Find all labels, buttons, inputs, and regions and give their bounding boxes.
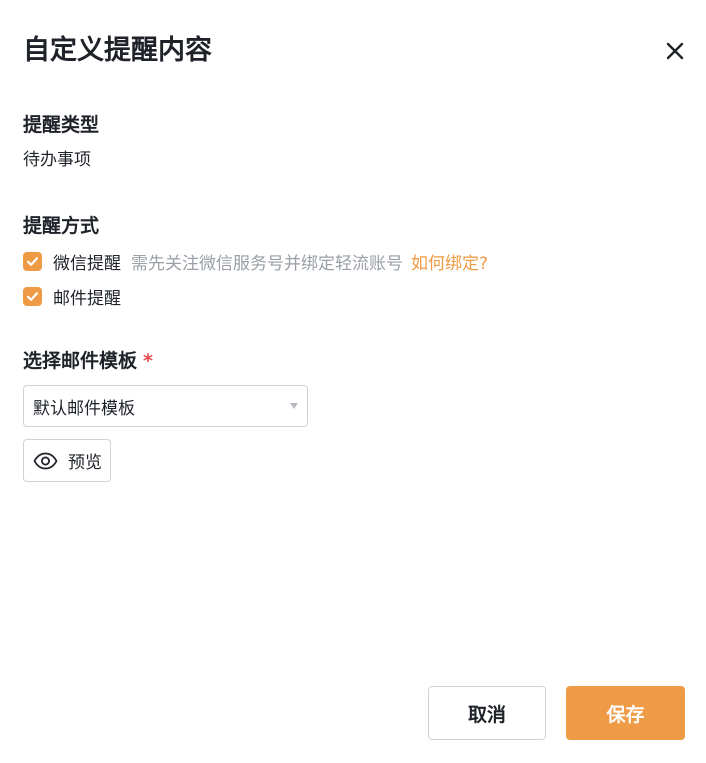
wechat-binding-hint: 需先关注微信服务号并绑定轻流账号 [131, 253, 403, 274]
eye-icon [33, 452, 58, 469]
checkmark-icon [26, 256, 39, 266]
wechat-reminder-label[interactable]: 微信提醒 [53, 249, 121, 274]
email-template-select[interactable]: 默认邮件模板 [23, 385, 308, 427]
reminder-method-label: 提醒方式 [23, 215, 100, 237]
email-template-label: 选择邮件模板 * [23, 348, 153, 374]
how-to-bind-link[interactable]: 如何绑定? [411, 249, 488, 274]
reminder-dialog: 自定义提醒内容 提醒类型 待办事项 提醒方式 微信提醒 需先关注微信服务号并绑定… [0, 0, 706, 763]
wechat-reminder-option: 微信提醒 需先关注微信服务号并绑定轻流账号 如何绑定? [23, 249, 488, 274]
preview-button[interactable]: 预览 [23, 439, 111, 482]
cancel-button[interactable]: 取消 [428, 686, 546, 740]
required-mark: * [143, 350, 153, 372]
email-reminder-option: 邮件提醒 [23, 284, 121, 309]
wechat-reminder-checkbox[interactable] [23, 251, 42, 271]
reminder-type-label: 提醒类型 [23, 114, 100, 136]
preview-label: 预览 [68, 453, 102, 473]
caret-down-icon [290, 403, 298, 409]
dialog-title: 自定义提醒内容 [23, 35, 212, 66]
close-icon [666, 42, 684, 60]
save-button[interactable]: 保存 [566, 686, 685, 740]
checkmark-icon [26, 291, 39, 301]
close-button[interactable] [662, 38, 688, 64]
email-reminder-checkbox[interactable] [23, 286, 42, 306]
email-reminder-label[interactable]: 邮件提醒 [53, 284, 121, 309]
reminder-type-value: 待办事项 [23, 150, 91, 170]
email-template-label-text: 选择邮件模板 [23, 350, 138, 372]
email-template-selected-value: 默认邮件模板 [33, 398, 135, 419]
